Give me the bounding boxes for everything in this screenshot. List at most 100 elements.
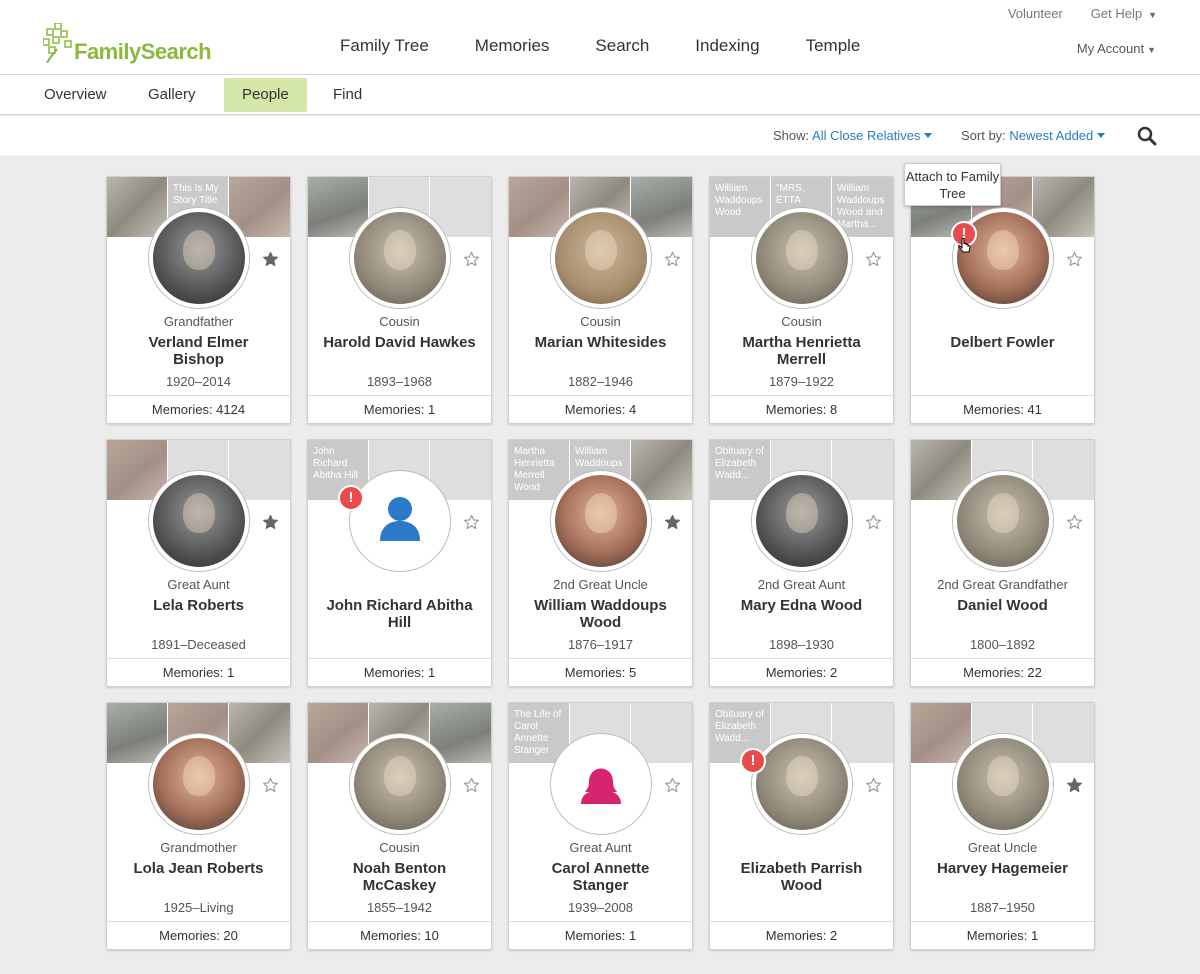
nav-memories[interactable]: Memories — [452, 36, 573, 56]
star-outline-icon[interactable] — [1066, 514, 1083, 531]
sort-dropdown[interactable]: Newest Added — [1009, 128, 1106, 143]
nav-indexing[interactable]: Indexing — [672, 36, 782, 56]
nav-temple[interactable]: Temple — [783, 36, 884, 56]
person-name[interactable]: Carol Annette Stanger — [509, 860, 692, 894]
memories-count[interactable]: Memories: 1 — [509, 921, 692, 949]
person-portrait[interactable] — [752, 208, 852, 308]
tab-overview[interactable]: Overview — [24, 78, 127, 112]
person-name[interactable]: Harvey Hagemeier — [911, 860, 1094, 877]
person-name[interactable]: Marian Whitesides — [509, 334, 692, 351]
star-outline-icon[interactable] — [463, 777, 480, 794]
person-portrait[interactable] — [350, 471, 450, 571]
tab-find[interactable]: Find — [313, 78, 382, 112]
nav-family-tree[interactable]: Family Tree — [317, 36, 452, 56]
get-help-menu[interactable]: Get Help ▼ — [1091, 6, 1157, 21]
person-name[interactable]: Mary Edna Wood — [710, 597, 893, 614]
person-portrait[interactable] — [953, 471, 1053, 571]
person-card[interactable]: Great Aunt Lela Roberts 1891–Deceased Memor… — [106, 439, 291, 687]
memories-count[interactable]: Memories: 1 — [308, 658, 491, 686]
person-name[interactable]: William Waddoups Wood — [509, 597, 692, 631]
memories-count[interactable]: Memories: 41 — [911, 395, 1094, 423]
person-card[interactable]: Great Uncle Harvey Hagemeier 1887–1950 Memo… — [910, 702, 1095, 950]
person-card[interactable]: John Richard Abitha Hill! John Richard Ab… — [307, 439, 492, 687]
person-portrait[interactable] — [752, 471, 852, 571]
person-name[interactable]: Lola Jean Roberts — [107, 860, 290, 877]
person-name[interactable]: Delbert Fowler — [911, 334, 1094, 351]
person-portrait[interactable] — [149, 734, 249, 834]
memories-count[interactable]: Memories: 2 — [710, 921, 893, 949]
star-outline-icon[interactable] — [1066, 251, 1083, 268]
memories-count[interactable]: Memories: 4124 — [107, 395, 290, 423]
star-outline-icon[interactable] — [463, 514, 480, 531]
relationship-label: Grandmother — [160, 840, 237, 855]
person-card[interactable]: William Waddoups Wood "MRS. ETTA William W… — [709, 176, 894, 424]
person-card[interactable]: Cousin Noah Benton McCaskey 1855–1942 Memor… — [307, 702, 492, 950]
relationship-label: Cousin — [379, 314, 420, 329]
attach-alert-icon[interactable]: ! — [740, 748, 766, 774]
person-card[interactable]: 2nd Great Grandfather Daniel Wood 1800–189… — [910, 439, 1095, 687]
tab-gallery[interactable]: Gallery — [128, 78, 216, 112]
star-outline-icon[interactable] — [664, 251, 681, 268]
person-portrait[interactable] — [350, 208, 450, 308]
person-card[interactable]: This Is My Story Title Grandfather Verland… — [106, 176, 291, 424]
star-filled-icon[interactable] — [262, 514, 279, 531]
person-name[interactable]: Verland Elmer Bishop — [107, 334, 290, 368]
person-name[interactable]: Martha Henrietta Merrell — [710, 334, 893, 368]
memories-count[interactable]: Memories: 22 — [911, 658, 1094, 686]
show-dropdown[interactable]: All Close Relatives — [812, 128, 933, 143]
person-portrait[interactable] — [752, 734, 852, 834]
star-outline-icon[interactable] — [262, 777, 279, 794]
memories-count[interactable]: Memories: 2 — [710, 658, 893, 686]
person-portrait[interactable] — [551, 471, 651, 571]
person-name[interactable]: Noah Benton McCaskey — [308, 860, 491, 894]
star-outline-icon[interactable] — [865, 514, 882, 531]
portrait-face — [183, 756, 215, 796]
person-name[interactable]: Lela Roberts — [107, 597, 290, 614]
star-filled-icon[interactable] — [1066, 777, 1083, 794]
person-portrait[interactable] — [551, 208, 651, 308]
person-portrait[interactable] — [149, 208, 249, 308]
memory-thumbnail-title: John Richard Abitha Hill — [313, 446, 359, 481]
person-name[interactable]: Harold David Hawkes — [308, 334, 491, 351]
memories-count[interactable]: Memories: 5 — [509, 658, 692, 686]
person-card[interactable]: Cousin Marian Whitesides 1882–1946 Memories… — [508, 176, 693, 424]
search-icon[interactable] — [1137, 126, 1157, 146]
person-portrait[interactable] — [953, 734, 1053, 834]
my-account-menu[interactable]: My Account ▼ — [1077, 41, 1156, 56]
star-outline-icon[interactable] — [865, 251, 882, 268]
person-name[interactable]: Elizabeth Parrish Wood — [710, 860, 893, 894]
person-card[interactable]: ! Delbert Fowler Memories: 41 — [910, 176, 1095, 424]
memories-count[interactable]: Memories: 1 — [107, 658, 290, 686]
get-help-label: Get Help — [1090, 6, 1143, 21]
show-label: Show: — [773, 128, 810, 143]
portrait-face — [384, 756, 416, 796]
person-card[interactable]: Cousin Harold David Hawkes 1893–1968 Memori… — [307, 176, 492, 424]
person-portrait[interactable] — [551, 734, 651, 834]
person-portrait[interactable] — [350, 734, 450, 834]
person-portrait[interactable] — [149, 471, 249, 571]
attach-alert-icon[interactable]: ! — [338, 485, 364, 511]
memories-count[interactable]: Memories: 20 — [107, 921, 290, 949]
star-filled-icon[interactable] — [262, 251, 279, 268]
person-card[interactable]: Grandmother Lola Jean Roberts 1925–Living M… — [106, 702, 291, 950]
memories-count[interactable]: Memories: 1 — [911, 921, 1094, 949]
person-card[interactable]: Obituary of Elizabeth Wadd... 2nd Great A… — [709, 439, 894, 687]
main-nav: Family Tree Memories Search Indexing Tem… — [317, 36, 883, 56]
memories-count[interactable]: Memories: 4 — [509, 395, 692, 423]
person-name[interactable]: John Richard Abitha Hill — [308, 597, 491, 631]
memories-count[interactable]: Memories: 8 — [710, 395, 893, 423]
star-outline-icon[interactable] — [664, 777, 681, 794]
person-card[interactable]: Martha Henrietta Merrell Wood William Wad… — [508, 439, 693, 687]
memories-count[interactable]: Memories: 10 — [308, 921, 491, 949]
memories-count[interactable]: Memories: 1 — [308, 395, 491, 423]
volunteer-link[interactable]: Volunteer — [1008, 6, 1063, 21]
star-outline-icon[interactable] — [463, 251, 480, 268]
nav-search[interactable]: Search — [572, 36, 672, 56]
tab-people[interactable]: People — [224, 78, 307, 112]
person-card[interactable]: The Life of Carol Annette Stanger Great A… — [508, 702, 693, 950]
familysearch-logo[interactable]: FamilySearch — [43, 21, 212, 63]
star-filled-icon[interactable] — [664, 514, 681, 531]
star-outline-icon[interactable] — [865, 777, 882, 794]
person-card[interactable]: Obituary of Elizabeth Wadd...! Elizabeth … — [709, 702, 894, 950]
person-name[interactable]: Daniel Wood — [911, 597, 1094, 614]
